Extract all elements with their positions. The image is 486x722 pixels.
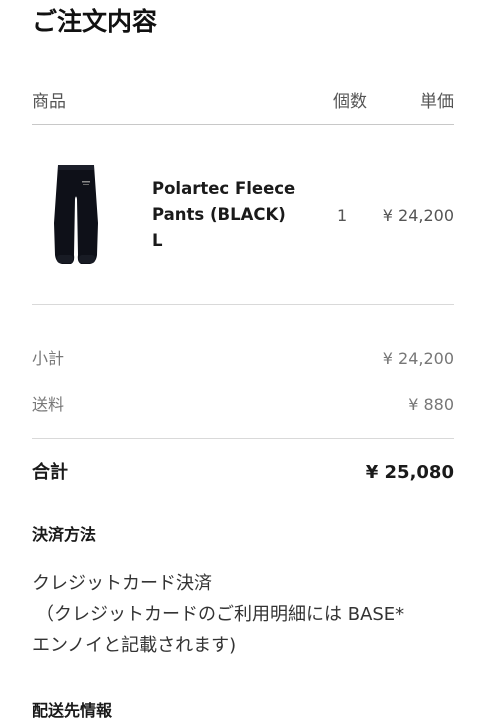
payment-method-details: クレジットカード決済 （クレジットカードのご利用明細には BASE* エンノイと… (32, 568, 462, 661)
column-header-product: 商品 (32, 92, 66, 112)
fleece-pants-thumbnail-icon (54, 165, 98, 264)
summary-divider (32, 438, 454, 439)
column-header-unit-price: 単価 (420, 92, 454, 112)
item-divider (32, 304, 454, 305)
product-name[interactable]: Polartec Fleece Pants (BLACK) L (152, 176, 302, 254)
payment-method-heading: 決済方法 (32, 525, 97, 544)
subtotal-value: ¥ 24,200 (382, 349, 454, 368)
column-header-quantity: 個数 (333, 92, 367, 112)
shipping-fee-value: ¥ 880 (408, 395, 454, 414)
payment-note-line-2: エンノイと記載されます) (32, 635, 237, 656)
payment-note-line-1: （クレジットカードのご利用明細には BASE* (36, 604, 405, 625)
total-value: ¥ 25,080 (365, 462, 454, 483)
shipping-fee-label: 送料 (32, 395, 65, 414)
payment-method-name: クレジットカード決済 (32, 573, 212, 594)
item-price: ¥ 24,200 (382, 206, 454, 225)
header-divider (32, 124, 454, 125)
subtotal-label: 小計 (32, 349, 65, 368)
page-title: ご注文内容 (32, 7, 158, 36)
shipping-info-heading: 配送先情報 (32, 701, 113, 720)
product-thumbnail[interactable] (52, 163, 100, 271)
total-label: 合計 (32, 462, 68, 483)
item-quantity: 1 (337, 206, 348, 225)
